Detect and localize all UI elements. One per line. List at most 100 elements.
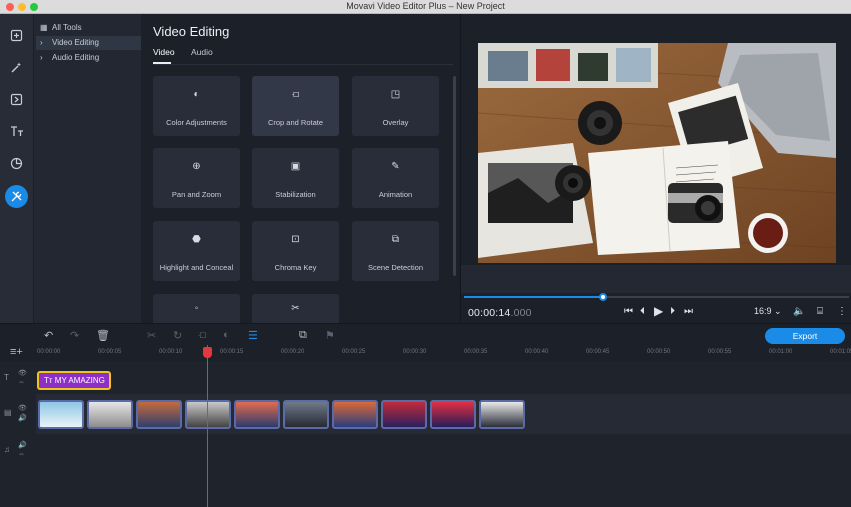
chevron-right-icon: › [40, 53, 43, 62]
seek-bar[interactable] [464, 293, 849, 301]
undo-icon[interactable]: ↶ [44, 329, 53, 342]
ruler-tick-label: 00:00:40 [525, 349, 549, 355]
video-clip[interactable] [87, 400, 133, 429]
mute-icon[interactable]: 🔊 [18, 441, 27, 449]
visibility-icon[interactable]: 👁 [18, 404, 27, 412]
volume-icon[interactable]: 🔈 [793, 306, 805, 317]
stabilization-icon: ▣ [290, 161, 301, 172]
video-preview[interactable] [478, 43, 836, 263]
clip-properties-icon[interactable]: ☰ [248, 329, 258, 342]
link-icon[interactable]: ⇔ [18, 451, 25, 458]
stickers-icon[interactable] [5, 152, 28, 175]
zoom-icon: ⊕ [192, 161, 201, 172]
seek-progress [464, 296, 603, 298]
tools-panel: Video Editing Video Audio ◐ Color Adjust… [141, 14, 459, 323]
animation-icon: ✎ [391, 161, 400, 172]
window-title: Movavi Video Editor Plus – New Project [346, 1, 505, 11]
import-icon[interactable] [5, 24, 28, 47]
marker-icon[interactable]: ⚑ [325, 329, 335, 342]
grid-icon: ▦ [40, 23, 48, 32]
video-clip[interactable] [430, 400, 476, 429]
rotate-icon[interactable]: ↻ [173, 329, 182, 342]
tile-highlight-and-conceal[interactable]: ⬣ Highlight and Conceal [153, 221, 240, 281]
previous-frame-icon[interactable]: ⏴ [640, 306, 645, 317]
ruler-tick-label: 00:00:35 [464, 349, 488, 355]
tile-pan-and-zoom[interactable]: ⊕ Pan and Zoom [153, 148, 240, 208]
redo-icon[interactable]: ↷ [70, 329, 79, 342]
text-track-icon: T [4, 373, 9, 382]
window-titlebar: Movavi Video Editor Plus – New Project [0, 0, 851, 14]
preview-footer-area [461, 265, 851, 293]
next-frame-icon[interactable]: ⏵ [670, 306, 675, 317]
ruler-tick-label: 00:00:55 [708, 349, 732, 355]
timeline-ruler[interactable]: ≡+ 00:00:00 00:00:05 00:00:10 00:00:15 00:00… [0, 345, 851, 361]
tab-video[interactable]: Video [153, 47, 175, 57]
tools-tree: ▦ All Tools › Video Editing › Audio Edit… [33, 14, 143, 323]
ruler-tick-label: 00:00:50 [647, 349, 671, 355]
video-track-icon: ▤ [4, 408, 12, 417]
snapshot-icon[interactable]: ⌸ [817, 306, 823, 317]
tile-partial-1[interactable]: ◦ [153, 294, 240, 323]
title-clip-icon: Tт [44, 376, 53, 385]
sidebar-rail [0, 14, 33, 323]
play-icon[interactable]: ▶ [654, 304, 663, 318]
video-clip[interactable] [332, 400, 378, 429]
ruler-tick-label: 00:00:15 [220, 349, 244, 355]
magic-wand-icon[interactable] [5, 56, 28, 79]
video-clip[interactable] [283, 400, 329, 429]
tile-scene-detection[interactable]: ⧉ Scene Detection [352, 221, 439, 281]
color-tool-icon[interactable]: ◐ [223, 329, 230, 341]
tile-overlay[interactable]: ◳ Overlay [352, 76, 439, 136]
cut-icon[interactable]: ✂ [147, 329, 156, 342]
tile-partial-2[interactable]: ✂ [252, 294, 339, 323]
more-options-icon[interactable]: ⋮ [837, 306, 847, 317]
video-clip[interactable] [234, 400, 280, 429]
skip-to-end-icon[interactable]: ⏭ [684, 306, 693, 317]
export-button[interactable]: Export [765, 328, 845, 344]
crop-tool-icon[interactable]: ⟤ [198, 329, 206, 342]
video-clip[interactable] [38, 400, 84, 429]
tile-crop-and-rotate[interactable]: ⟤ Crop and Rotate [252, 76, 339, 136]
panel-title: Video Editing [153, 24, 230, 39]
tile-chroma-key[interactable]: ⊡ Chroma Key [252, 221, 339, 281]
music-note-icon: ♫ [4, 445, 10, 454]
playhead-handle[interactable] [203, 347, 212, 358]
preview-panel: 00:00:14.000 ⏮ ⏴ ▶ ⏵ ⏭ 16:9 ⌄ 🔈 ⌸ ⋮ [460, 14, 851, 323]
video-track[interactable] [36, 394, 851, 434]
tools-scrollbar[interactable] [453, 76, 456, 276]
visibility-icon[interactable]: 👁 [18, 369, 27, 377]
chevron-down-icon: ⌄ [774, 306, 782, 316]
ruler-tick-label: 00:00:00 [37, 349, 61, 355]
transitions-icon[interactable] [5, 88, 28, 111]
tile-stabilization[interactable]: ▣ Stabilization [252, 148, 339, 208]
add-track-icon[interactable]: ≡+ [10, 346, 23, 358]
timecode-display: 00:00:14.000 [468, 307, 532, 319]
video-clip[interactable] [185, 400, 231, 429]
delete-icon[interactable]: 🗑 [96, 329, 110, 342]
tree-item-video-editing[interactable]: › Video Editing [36, 36, 143, 50]
ruler-tick-label: 00:00:45 [586, 349, 610, 355]
video-clip[interactable] [136, 400, 182, 429]
link-icon[interactable]: ⇔ [18, 379, 25, 386]
mic-icon: ◦ [194, 303, 199, 314]
video-clip[interactable] [381, 400, 427, 429]
tile-animation[interactable]: ✎ Animation [352, 148, 439, 208]
video-clip[interactable] [479, 400, 525, 429]
scissors-icon: ✂ [291, 303, 300, 314]
mute-icon[interactable]: 🔊 [18, 414, 27, 422]
aspect-ratio-select[interactable]: 16:9 ⌄ [754, 306, 782, 317]
scene-detection-icon: ⧉ [391, 234, 400, 245]
timeline-tracks: T 👁 ⇔ Tт MY AMAZING ▤ 👁 🔊 ♫ 🔊 ⇔ [0, 361, 851, 507]
ruler-tick-label: 00:01:00 [769, 349, 793, 355]
highlight-icon: ⬣ [192, 234, 201, 245]
seek-handle[interactable] [598, 293, 607, 301]
titles-icon[interactable] [5, 120, 28, 143]
tile-color-adjustments[interactable]: ◐ Color Adjustments [153, 76, 240, 136]
skip-to-start-icon[interactable]: ⏮ [624, 306, 633, 317]
title-clip[interactable]: Tт MY AMAZING [37, 371, 111, 390]
insert-media-icon[interactable]: ⧉ [299, 329, 307, 342]
playhead-line[interactable] [207, 345, 208, 507]
tools-icon[interactable] [5, 185, 28, 208]
color-icon: ◐ [193, 89, 200, 100]
tab-audio[interactable]: Audio [191, 47, 213, 57]
